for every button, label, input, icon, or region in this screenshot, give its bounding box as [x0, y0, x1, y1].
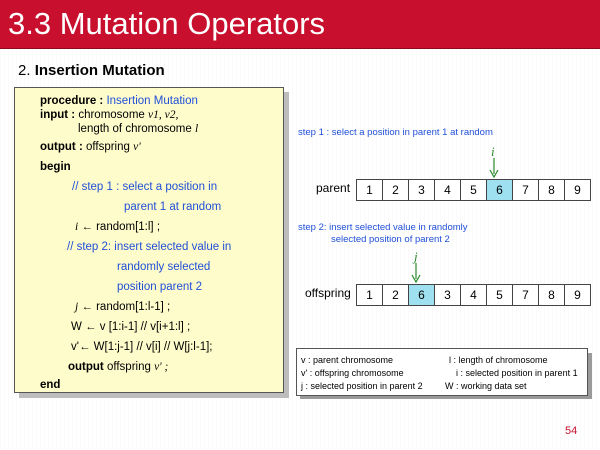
output-line: output : offspring v'	[40, 140, 141, 154]
subtitle-text: Insertion Mutation	[34, 62, 165, 79]
offspring-cell: 9	[564, 284, 591, 306]
output-stmt-keyword: output	[68, 361, 104, 373]
step1-comment: // step 1 : select a position in	[72, 181, 218, 193]
legend-i: i : selected position in parent 1	[456, 368, 578, 378]
step2-label-2: selected position of parent 2	[331, 234, 450, 245]
assign-j: j ← random[1:l-1] ;	[75, 300, 170, 314]
offspring-cell: 2	[382, 284, 409, 306]
begin-keyword: begin	[40, 161, 71, 173]
input-line-2: length of chromosome l	[78, 122, 198, 136]
step1-label: step 1 : select a position in parent 1 a…	[298, 127, 493, 138]
legend-W: W : working data set	[445, 381, 527, 391]
section-subtitle: 2. Insertion Mutation	[18, 62, 165, 79]
assign-v-prime: v'← W[1:j-1] // v[i] // W[j:l-1];	[71, 341, 213, 353]
parent-label: parent	[316, 181, 351, 195]
parent-cell: 9	[564, 179, 591, 201]
offspring-cell: 1	[356, 284, 383, 306]
legend-v-prime: v' : offspring chromosome	[301, 368, 404, 378]
input-length-var: l	[194, 123, 199, 135]
offspring-chromosome: 126345789	[356, 284, 591, 306]
page-title: 3.3 Mutation Operators	[8, 6, 326, 41]
procedure-name: Insertion Mutation	[106, 95, 198, 107]
arrow-down-icon	[489, 158, 499, 179]
output-var: v'	[133, 141, 141, 153]
legend-v: v : parent chromosome	[301, 355, 394, 365]
offspring-cell: 8	[538, 284, 565, 306]
offspring-label: offspring	[305, 286, 351, 300]
output-stmt-var: v' ;	[154, 361, 169, 373]
input-length-text: length of chromosome	[78, 123, 195, 135]
parent-cell: 8	[538, 179, 565, 201]
offspring-cell: 5	[486, 284, 513, 306]
step2-comment: // step 2: insert selected value in	[67, 241, 232, 253]
assign-j-text: ← random[1:l-1] ;	[81, 301, 171, 313]
procedure-keyword: procedure :	[40, 95, 104, 107]
assign-i: i ← random[1:l] ;	[75, 220, 160, 234]
title-bar: 3.3 Mutation Operators	[0, 0, 600, 49]
parent-cell: 3	[408, 179, 435, 201]
offspring-cell: 6	[408, 284, 435, 306]
step2-label: step 2: insert selected value in randoml…	[298, 222, 468, 233]
output-text: offspring	[86, 141, 134, 153]
parent-cell: 5	[460, 179, 487, 201]
offspring-cell: 7	[512, 284, 539, 306]
legend-l: l : length of chromosome	[449, 355, 548, 365]
parent-cell: 1	[356, 179, 383, 201]
assign-i-text: ← random[1:l] ;	[81, 221, 161, 233]
legend-box: v : parent chromosome l : length of chro…	[296, 348, 588, 396]
arrow-down-icon	[411, 263, 421, 284]
subtitle-number: 2.	[18, 62, 31, 79]
input-keyword: input :	[40, 109, 76, 121]
output-statement: output offspring v' ;	[68, 360, 168, 374]
input-line: input : chromosome v1, v2,	[40, 108, 178, 122]
input-text: chromosome	[78, 109, 148, 121]
input-vars: v1, v2,	[148, 109, 179, 121]
step2-comment-2: randomly selected	[117, 261, 211, 273]
procedure-box: procedure : Insertion Mutation input : c…	[14, 87, 284, 393]
step2-comment-3: position parent 2	[117, 281, 203, 293]
parent-cell: 4	[434, 179, 461, 201]
legend-j: j : selected position in parent 2	[301, 381, 423, 391]
parent-chromosome: 123456789	[356, 179, 591, 201]
parent-cell: 2	[382, 179, 409, 201]
end-keyword: end	[40, 379, 61, 391]
page-number: 54	[565, 425, 578, 437]
offspring-cell: 4	[460, 284, 487, 306]
parent-cell: 6	[486, 179, 513, 201]
offspring-cell: 3	[434, 284, 461, 306]
assign-W: W ← v [1:i-1] // v[i+1:l] ;	[71, 321, 191, 333]
procedure-line: procedure : Insertion Mutation	[40, 94, 198, 108]
output-keyword: output :	[40, 141, 83, 153]
step1-comment-2: parent 1 at random	[124, 201, 222, 213]
var-j: j	[75, 301, 79, 313]
var-i: i	[75, 221, 79, 233]
output-stmt-text: offspring	[106, 361, 151, 373]
parent-cell: 7	[512, 179, 539, 201]
